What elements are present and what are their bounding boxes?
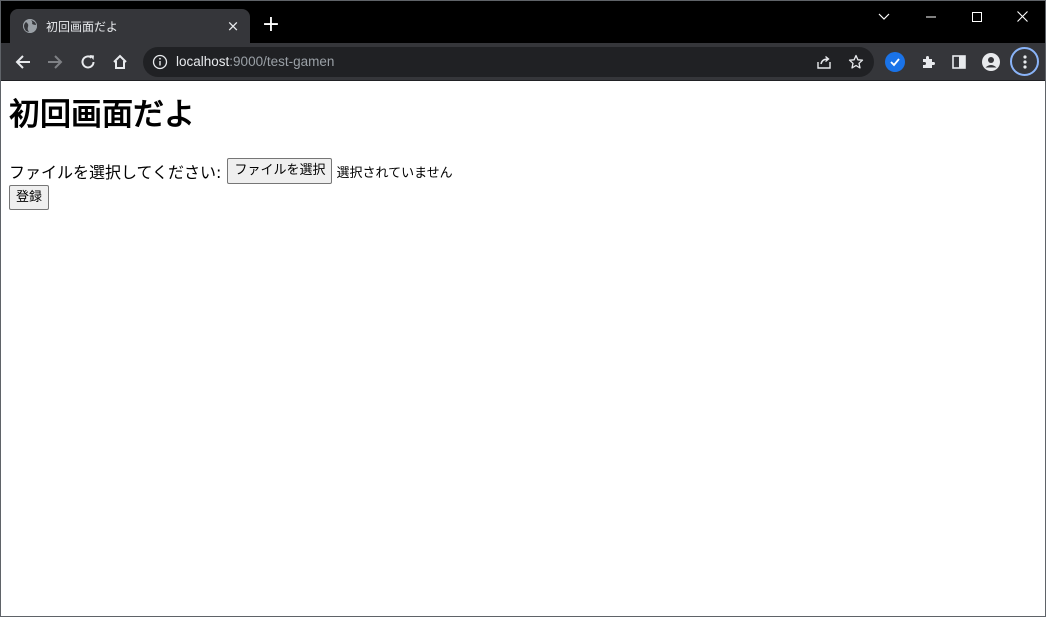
page-title: 初回画面だよ: [9, 97, 195, 133]
extensions-button[interactable]: [915, 49, 941, 75]
url-host: localhost: [176, 54, 230, 69]
forward-button[interactable]: [42, 49, 68, 75]
share-button[interactable]: [814, 52, 834, 72]
reload-icon: [81, 55, 95, 69]
extension-check-button[interactable]: [885, 52, 905, 72]
star-icon: [848, 54, 864, 69]
register-button[interactable]: 登録: [9, 185, 50, 210]
address-bar[interactable]: localhost:9000/test-gamen: [143, 47, 874, 77]
puzzle-icon: [923, 56, 935, 68]
profile-button[interactable]: [978, 49, 1004, 75]
arrow-right-icon: [48, 55, 63, 69]
menu-button[interactable]: [1010, 47, 1039, 76]
maximize-button[interactable]: [954, 1, 1000, 31]
tab-close-button[interactable]: ×: [224, 17, 242, 35]
minimize-icon: [926, 16, 936, 17]
reload-button[interactable]: [75, 49, 101, 75]
browser-toolbar: localhost:9000/test-gamen: [1, 43, 1045, 81]
side-panel-icon: [952, 55, 966, 69]
browser-tab[interactable]: 初回画面だよ ×: [10, 9, 250, 43]
check-icon: [890, 58, 900, 67]
bookmark-button[interactable]: [846, 52, 866, 72]
file-upload-row: ファイルを選択してください: ファイルを選択 選択されていません: [9, 158, 453, 184]
file-status-text: 選択されていません: [336, 165, 453, 181]
avatar-icon: [982, 53, 1000, 71]
arrow-left-icon: [15, 55, 30, 69]
tab-strip: 初回画面だよ × +: [1, 1, 1045, 43]
choose-file-button[interactable]: ファイルを選択: [227, 158, 333, 184]
close-window-button[interactable]: [999, 1, 1045, 31]
globe-icon: [23, 19, 37, 33]
kebab-menu-icon: [1022, 54, 1027, 69]
maximize-icon: [972, 11, 982, 22]
side-panel-button[interactable]: [946, 49, 972, 75]
browser-window: 初回画面だよ × + localhost:9000/test-gamen 初回画…: [0, 0, 1046, 617]
url-text[interactable]: localhost:9000/test-gamen: [176, 54, 334, 69]
file-label: ファイルを選択してください:: [9, 163, 222, 182]
minimize-button[interactable]: [908, 1, 954, 31]
share-icon: [817, 55, 831, 69]
info-icon[interactable]: [152, 54, 168, 70]
page-content: 初回画面だよ ファイルを選択してください: ファイルを選択 選択されていません …: [1, 81, 1045, 616]
home-icon: [113, 54, 127, 69]
url-path: :9000/test-gamen: [229, 54, 335, 69]
home-button[interactable]: [107, 49, 133, 75]
new-tab-button[interactable]: +: [260, 14, 282, 36]
back-button[interactable]: [10, 49, 36, 75]
tab-title: 初回画面だよ: [46, 20, 119, 34]
chevron-down-icon: [878, 13, 890, 20]
tab-search-button[interactable]: [861, 1, 907, 31]
close-icon: [1016, 11, 1028, 22]
